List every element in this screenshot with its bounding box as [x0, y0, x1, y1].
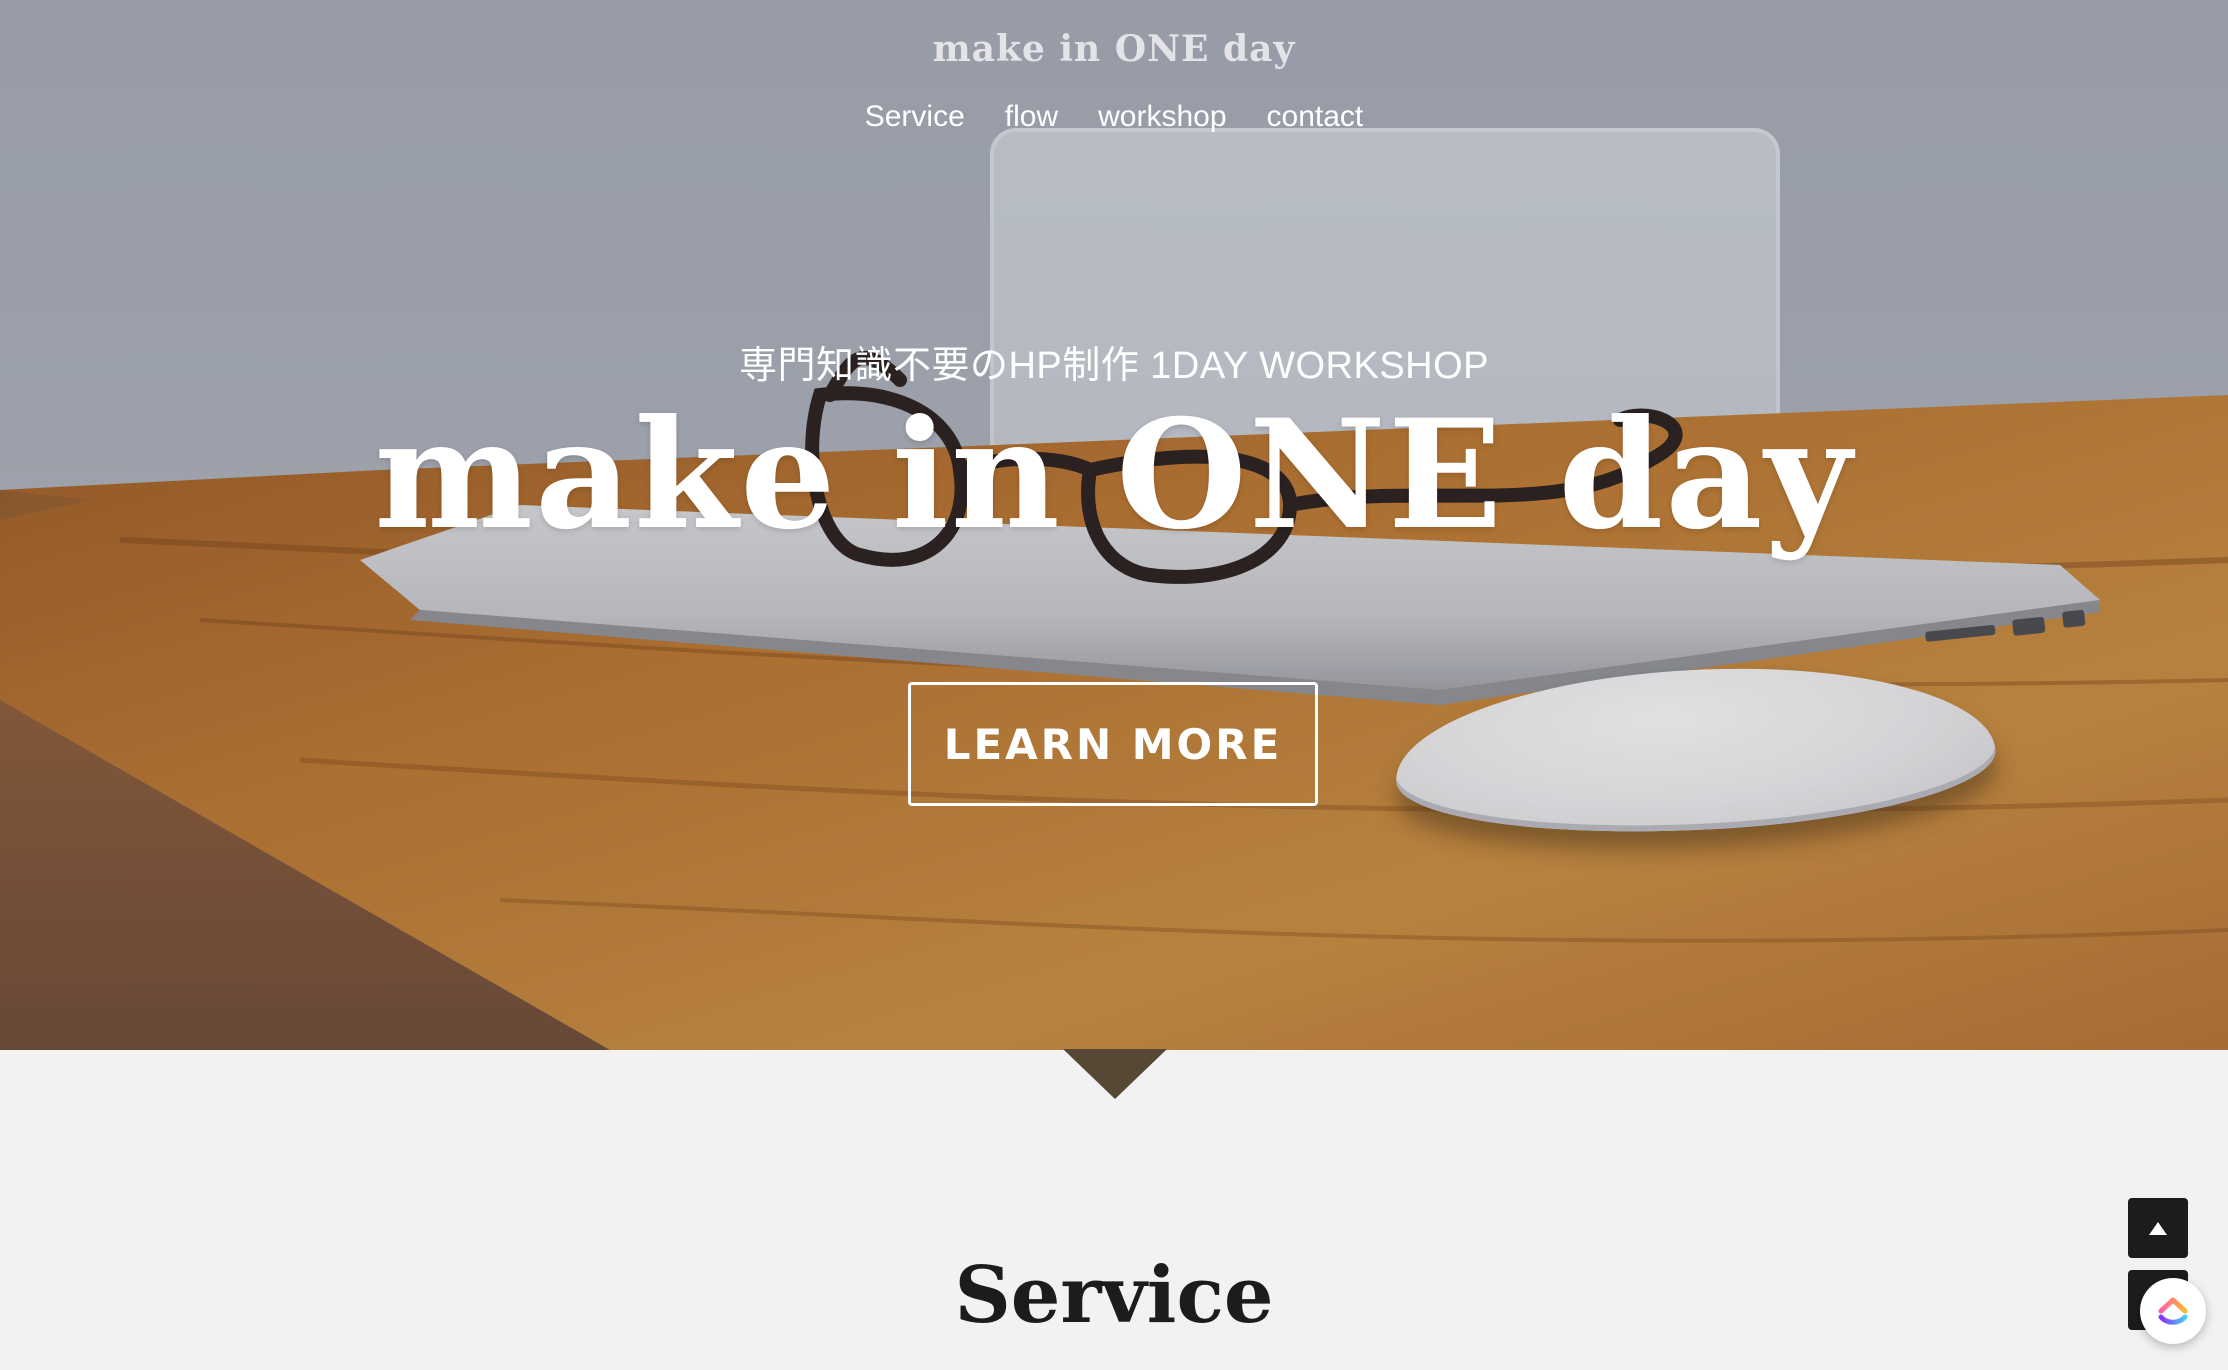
section-divider-notch — [1063, 1049, 1167, 1099]
service-section-title: Service — [954, 1250, 1274, 1341]
arrow-up-icon — [2149, 1221, 2167, 1235]
hero-section: make in ONE day Service flow workshop co… — [0, 0, 2228, 1050]
site-logo[interactable]: make in ONE day — [0, 28, 2228, 70]
nav-item-flow[interactable]: flow — [1005, 100, 1058, 134]
hero-title: make in ONE day — [374, 387, 1854, 563]
clickup-launcher-button[interactable] — [2140, 1278, 2206, 1344]
scroll-to-top-button[interactable] — [2128, 1198, 2188, 1258]
nav-item-contact[interactable]: contact — [1267, 100, 1364, 134]
learn-more-button[interactable]: LEARN MORE — [908, 682, 1318, 806]
clickup-logo-icon — [2158, 1297, 2188, 1325]
nav-item-service[interactable]: Service — [865, 100, 965, 134]
page: make in ONE day Service flow workshop co… — [0, 0, 2228, 1370]
main-nav: Service flow workshop contact — [0, 100, 2228, 134]
hero-tagline: 専門知識不要のHP制作 1DAY WORKSHOP — [738, 345, 1490, 387]
nav-item-workshop[interactable]: workshop — [1098, 100, 1226, 134]
